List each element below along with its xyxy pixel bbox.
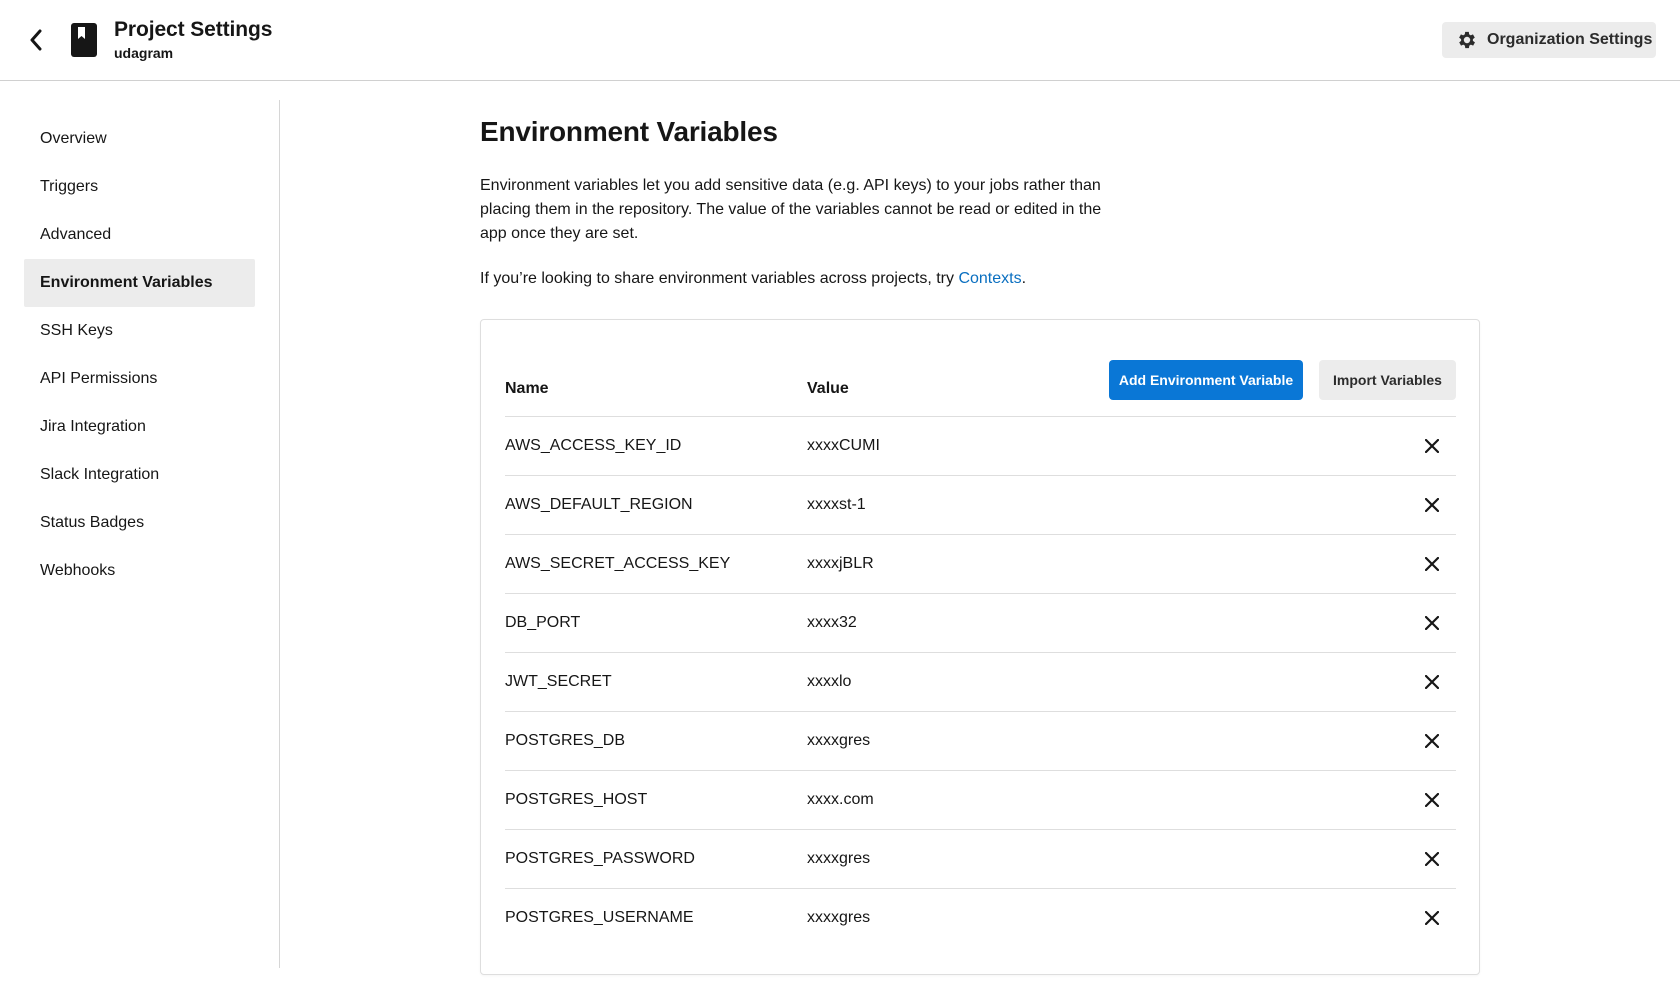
contexts-hint-end: . (1021, 270, 1027, 287)
page-header-title: Project Settings (114, 18, 273, 41)
close-icon[interactable] (1420, 493, 1444, 517)
env-var-value: xxxx.com (807, 791, 874, 808)
env-var-value: xxxxst-1 (807, 496, 866, 513)
env-var-name: AWS_SECRET_ACCESS_KEY (505, 555, 731, 572)
close-icon[interactable] (1420, 788, 1444, 812)
import-variables-button[interactable]: Import Variables (1319, 360, 1456, 400)
contexts-hint: If you’re looking to share environment v… (480, 270, 1026, 288)
column-header-value: Value (807, 380, 849, 397)
sidebar-item-webhooks[interactable]: Webhooks (24, 547, 255, 595)
table-row: POSTGRES_DB xxxxgres (505, 711, 1456, 770)
env-var-name: POSTGRES_PASSWORD (505, 850, 695, 867)
top-bar: Project Settings udagram Organization Se… (0, 0, 1680, 81)
env-vars-table: AWS_ACCESS_KEY_ID xxxxCUMI AWS_DEFAULT_R… (505, 416, 1456, 947)
contexts-hint-text: If you’re looking to share environment v… (480, 270, 959, 287)
column-header-name: Name (505, 380, 549, 397)
env-var-name: POSTGRES_USERNAME (505, 909, 694, 926)
sidebar-item-environment-variables[interactable]: Environment Variables (24, 259, 255, 307)
organization-settings-label: Organization Settings (1487, 31, 1653, 48)
env-var-value: xxxxlo (807, 673, 852, 690)
env-var-name: POSTGRES_HOST (505, 791, 648, 808)
back-button[interactable] (22, 24, 50, 56)
table-row: POSTGRES_PASSWORD xxxxgres (505, 829, 1456, 888)
table-row: AWS_SECRET_ACCESS_KEY xxxxjBLR (505, 534, 1456, 593)
env-var-value: xxxxgres (807, 732, 871, 749)
close-icon[interactable] (1420, 670, 1444, 694)
sidebar-item-status-badges[interactable]: Status Badges (24, 499, 255, 547)
table-row: POSTGRES_HOST xxxx.com (505, 770, 1456, 829)
project-name: udagram (114, 45, 174, 61)
table-row: DB_PORT xxxx32 (505, 593, 1456, 652)
close-icon[interactable] (1420, 611, 1444, 635)
env-var-value: xxxxgres (807, 909, 871, 926)
env-var-value: xxxxjBLR (807, 555, 874, 572)
table-row: AWS_DEFAULT_REGION xxxxst-1 (505, 475, 1456, 534)
table-row: POSTGRES_USERNAME xxxxgres (505, 888, 1456, 947)
close-icon[interactable] (1420, 729, 1444, 753)
table-row: JWT_SECRET xxxxlo (505, 652, 1456, 711)
sidebar-item-api-permissions[interactable]: API Permissions (24, 355, 255, 403)
close-icon[interactable] (1420, 847, 1444, 871)
env-var-value: xxxxgres (807, 850, 871, 867)
close-icon[interactable] (1420, 906, 1444, 930)
env-var-name: DB_PORT (505, 614, 581, 631)
env-var-name: AWS_DEFAULT_REGION (505, 496, 693, 513)
project-book-icon (70, 22, 98, 58)
page-title: Environment Variables (480, 116, 778, 147)
sidebar-item-slack-integration[interactable]: Slack Integration (24, 451, 255, 499)
env-var-value: xxxxCUMI (807, 437, 880, 454)
env-var-name: AWS_ACCESS_KEY_ID (505, 437, 682, 454)
sidebar-item-advanced[interactable]: Advanced (24, 211, 255, 259)
env-var-value: xxxx32 (807, 614, 857, 631)
page-description: Environment variables let you add sensit… (480, 177, 1102, 242)
env-var-name: POSTGRES_DB (505, 732, 626, 749)
env-vars-card: Name Value Add Environment Variable Impo… (480, 319, 1480, 975)
sidebar-item-ssh-keys[interactable]: SSH Keys (24, 307, 255, 355)
add-environment-variable-button[interactable]: Add Environment Variable (1109, 360, 1303, 400)
table-row: AWS_ACCESS_KEY_ID xxxxCUMI (505, 416, 1456, 475)
contexts-link[interactable]: Contexts (958, 270, 1021, 287)
sidebar-item-triggers[interactable]: Triggers (24, 163, 255, 211)
sidebar-item-jira-integration[interactable]: Jira Integration (24, 403, 255, 451)
close-icon[interactable] (1420, 434, 1444, 458)
organization-settings-button[interactable]: Organization Settings (1442, 22, 1656, 58)
sidebar-item-overview[interactable]: Overview (24, 115, 255, 163)
settings-sidebar: Overview Triggers Advanced Environment V… (0, 100, 280, 968)
gear-icon (1459, 31, 1475, 49)
close-icon[interactable] (1420, 552, 1444, 576)
chevron-left-icon (30, 29, 42, 51)
env-var-name: JWT_SECRET (505, 673, 612, 690)
